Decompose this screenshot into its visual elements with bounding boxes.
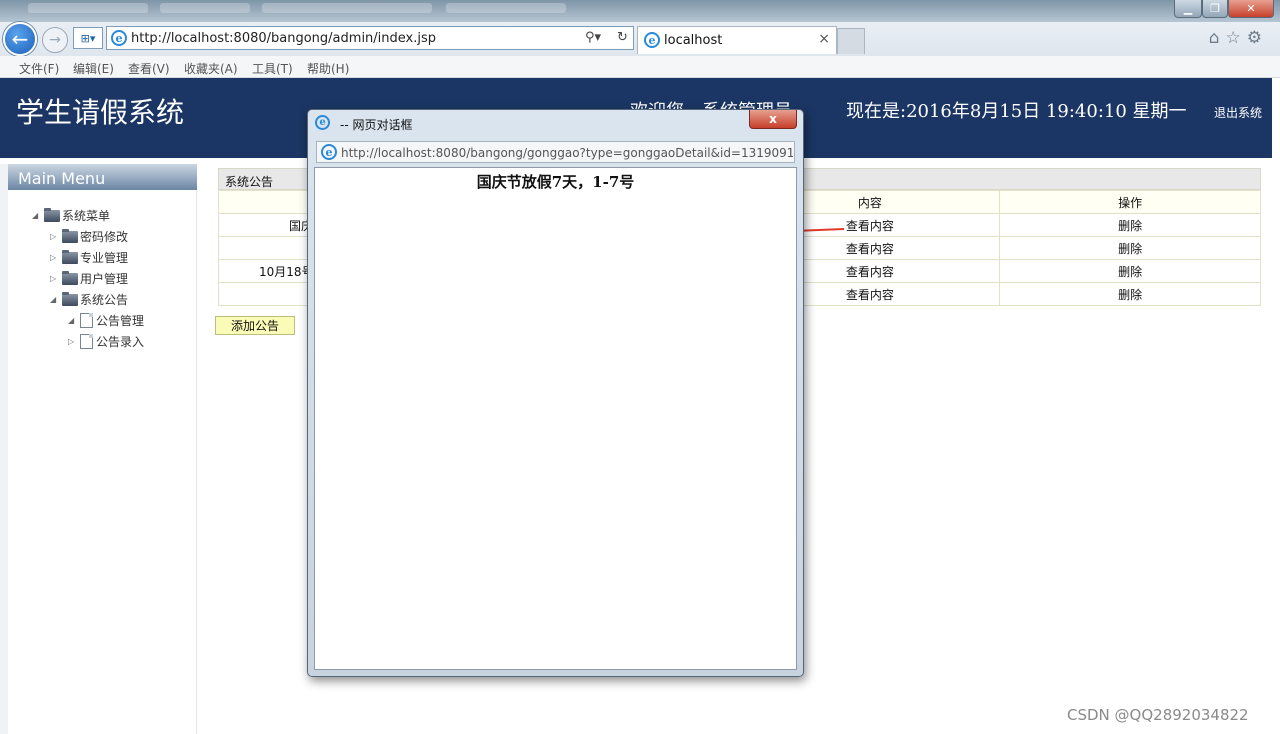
window-titlebar: ▁ ❐ ✕ xyxy=(0,0,1280,22)
logout-link[interactable]: 退出系统 xyxy=(1214,104,1262,121)
tree-root-label: 系统菜单 xyxy=(62,209,111,223)
window-close-button[interactable]: ✕ xyxy=(1228,0,1274,18)
expand-right-icon[interactable]: ▷ xyxy=(68,337,80,346)
arrow-left-icon: ← xyxy=(11,27,29,51)
ie-icon: e xyxy=(111,30,127,46)
close-icon: x xyxy=(769,112,777,126)
ie-icon: e xyxy=(644,32,660,48)
menu-file[interactable]: 文件(F) xyxy=(19,60,59,77)
menu-favorites[interactable]: 收藏夹(A) xyxy=(184,60,238,77)
sidebar-item-major[interactable]: ▷ 专业管理 xyxy=(50,249,128,266)
arrow-right-icon: → xyxy=(49,32,61,48)
expand-down-icon[interactable]: ◢ xyxy=(32,211,44,220)
sidebar-item-label: 密码修改 xyxy=(80,230,129,244)
sidebar-subitem-label: 公告管理 xyxy=(96,314,145,328)
refresh-icon[interactable]: ↻ xyxy=(617,30,628,45)
sidebar-item-password[interactable]: ▷ 密码修改 xyxy=(50,228,128,245)
forward-button[interactable]: → xyxy=(42,27,68,53)
dialog-close-button[interactable]: x xyxy=(749,110,797,129)
compat-view-button[interactable]: ⊞▾ xyxy=(73,27,103,49)
sidebar-subitem-add[interactable]: ▷ 公告录入 xyxy=(68,333,144,350)
dialog-address-url: http://localhost:8080/bangong/gonggao?ty… xyxy=(341,146,793,160)
sidebar-subitem-manage[interactable]: ◢ 公告管理 xyxy=(68,312,144,329)
sidebar-strip xyxy=(0,164,8,734)
sidebar-subitem-label: 公告录入 xyxy=(96,335,145,349)
expand-right-icon[interactable]: ▷ xyxy=(50,253,62,262)
home-icon[interactable]: ⌂ xyxy=(1209,28,1226,48)
menu-tools[interactable]: 工具(T) xyxy=(252,60,293,77)
panel-title: 系统公告 xyxy=(225,175,274,189)
ie-icon: e xyxy=(321,144,337,160)
sidebar-item-users[interactable]: ▷ 用户管理 xyxy=(50,270,128,287)
dialog-title: -- 网页对话框 xyxy=(340,118,413,132)
folder-icon xyxy=(62,270,78,285)
browser-tab[interactable]: e localhost × xyxy=(637,26,837,54)
add-notice-button[interactable]: 添加公告 xyxy=(215,316,295,335)
sidebar-item-label: 专业管理 xyxy=(80,251,129,265)
expand-down-icon[interactable]: ◢ xyxy=(50,295,62,304)
blurred-title-3 xyxy=(262,3,432,13)
dialog-content: 国庆节放假7天，1-7号 xyxy=(314,167,797,670)
expand-right-icon[interactable]: ▷ xyxy=(50,232,62,241)
delete-link[interactable]: 删除 xyxy=(999,213,1261,237)
ie-icon: e xyxy=(315,115,330,130)
gear-icon[interactable]: ⚙ xyxy=(1247,28,1268,48)
blurred-title-2 xyxy=(160,3,250,13)
restore-button[interactable]: ❐ xyxy=(1202,0,1228,18)
app-title: 学生请假系统 xyxy=(16,96,185,129)
tab-title: localhost xyxy=(664,33,723,48)
tree-root[interactable]: ◢ 系统菜单 xyxy=(32,207,110,224)
document-icon xyxy=(80,334,93,349)
menu-help[interactable]: 帮助(H) xyxy=(307,60,349,77)
address-url[interactable]: http://localhost:8080/bangong/admin/inde… xyxy=(131,31,436,46)
document-icon xyxy=(80,313,93,328)
sidebar-item-label: 用户管理 xyxy=(80,272,129,286)
expand-right-icon[interactable]: ▷ xyxy=(50,274,62,283)
sidebar-title: Main Menu xyxy=(8,164,197,190)
watermark: CSDN @QQ2892034822 xyxy=(1067,706,1249,724)
blurred-title-4 xyxy=(446,3,566,13)
search-icon[interactable]: ⚲▾ xyxy=(585,30,601,45)
close-tab-icon[interactable]: × xyxy=(818,31,830,47)
star-icon[interactable]: ☆ xyxy=(1226,28,1247,48)
delete-link[interactable]: 删除 xyxy=(999,236,1261,260)
folder-icon xyxy=(62,291,78,306)
sidebar-item-label: 系统公告 xyxy=(80,293,129,307)
new-tab-button[interactable] xyxy=(837,28,865,54)
folder-icon xyxy=(44,207,60,222)
blurred-title-1 xyxy=(28,3,148,13)
menu-bar: 文件(F) 编辑(E) 查看(V) 收藏夹(A) 工具(T) 帮助(H) xyxy=(0,56,1280,78)
expand-down-icon[interactable]: ◢ xyxy=(68,316,80,325)
folder-icon xyxy=(62,228,78,243)
address-bar[interactable]: e http://localhost:8080/bangong/admin/in… xyxy=(106,26,634,50)
minimize-button[interactable]: ▁ xyxy=(1174,0,1202,18)
plus-square-icon: ⊞▾ xyxy=(80,31,96,45)
menu-view[interactable]: 查看(V) xyxy=(128,60,170,77)
sidebar: Main Menu ◢ 系统菜单 ▷ 密码修改 ▷ 专业管理 ▷ 用户管理 ◢ … xyxy=(0,164,197,734)
modal-dialog: e -- 网页对话框 x e http://localhost:8080/ban… xyxy=(307,109,804,677)
delete-link[interactable]: 删除 xyxy=(999,259,1261,283)
dialog-address-bar: e http://localhost:8080/bangong/gonggao?… xyxy=(316,141,795,163)
folder-icon xyxy=(62,249,78,264)
sidebar-item-notices[interactable]: ◢ 系统公告 xyxy=(50,291,128,308)
notice-heading: 国庆节放假7天，1-7号 xyxy=(476,173,635,191)
back-button[interactable]: ← xyxy=(3,22,37,56)
current-datetime: 现在是:2016年8月15日 19:40:10 星期一 xyxy=(846,101,1187,122)
toolbar-right-icons: ⌂☆⚙ xyxy=(1209,28,1268,48)
menu-edit[interactable]: 编辑(E) xyxy=(73,60,114,77)
delete-link[interactable]: 删除 xyxy=(999,282,1261,306)
table-header-action: 操作 xyxy=(999,190,1261,214)
